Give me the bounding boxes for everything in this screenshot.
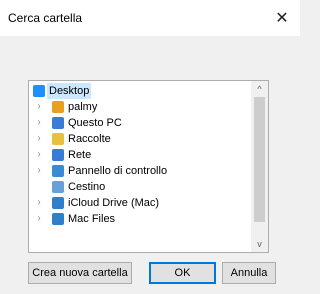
control-panel-icon	[52, 165, 64, 177]
recycle-bin-icon	[52, 181, 64, 193]
tree-item[interactable]: › Rete	[29, 147, 251, 163]
tree-item-label: Mac Files	[68, 213, 116, 225]
title-bar: Cerca cartella ✕	[0, 0, 300, 36]
tree-item-label: Rete	[68, 149, 92, 161]
chevron-right-icon[interactable]: ›	[34, 163, 44, 179]
folder-tree-rows: Desktop › palmy › Questo PC › Raccolte › Rete › Pa…	[29, 83, 251, 227]
tree-item[interactable]: Desktop	[29, 83, 251, 99]
network-icon	[52, 149, 64, 161]
chevron-right-icon[interactable]: ›	[34, 147, 44, 163]
scroll-down-button[interactable]: v	[251, 236, 268, 252]
desktop-icon	[33, 85, 45, 97]
chevron-right-icon[interactable]: ›	[34, 131, 44, 147]
folder-icon	[52, 213, 64, 225]
scroll-thumb[interactable]	[254, 97, 265, 222]
tree-item-label: iCloud Drive (Mac)	[68, 197, 160, 209]
new-folder-button[interactable]: Crea nuova cartella	[28, 262, 132, 284]
dialog-title: Cerca cartella	[8, 11, 83, 25]
folder-tree[interactable]: Desktop › palmy › Questo PC › Raccolte › Rete › Pa…	[28, 80, 269, 253]
tree-item[interactable]: › Questo PC	[29, 115, 251, 131]
tree-item-label: Questo PC	[68, 117, 122, 129]
scroll-up-button[interactable]: ^	[251, 81, 268, 97]
folder-icon	[52, 197, 64, 209]
tree-item[interactable]: › Mac Files	[29, 211, 251, 227]
tree-item[interactable]: › palmy	[29, 99, 251, 115]
tree-item-label: Pannello di controllo	[68, 165, 168, 177]
user-icon	[52, 101, 64, 113]
tree-item[interactable]: › iCloud Drive (Mac)	[29, 195, 251, 211]
tree-item-label: palmy	[68, 101, 98, 113]
libraries-icon	[52, 133, 64, 145]
chevron-right-icon[interactable]: ›	[34, 195, 44, 211]
tree-item[interactable]: › Pannello di controllo	[29, 163, 251, 179]
tree-item[interactable]: › Raccolte	[29, 131, 251, 147]
cancel-button[interactable]: Annulla	[222, 262, 276, 284]
tree-item-label: Desktop	[47, 83, 92, 99]
ok-button[interactable]: OK	[149, 262, 216, 284]
chevron-right-icon[interactable]: ›	[34, 99, 44, 115]
tree-item-label: Cestino	[68, 181, 106, 193]
close-icon[interactable]: ✕	[264, 0, 300, 36]
chevron-right-icon[interactable]: ›	[34, 115, 44, 131]
chevron-right-icon[interactable]: ›	[34, 211, 44, 227]
vertical-scrollbar[interactable]: ^ v	[251, 81, 268, 252]
computer-icon	[52, 117, 64, 129]
tree-item-label: Raccolte	[68, 133, 111, 145]
tree-item[interactable]: Cestino	[29, 179, 251, 195]
